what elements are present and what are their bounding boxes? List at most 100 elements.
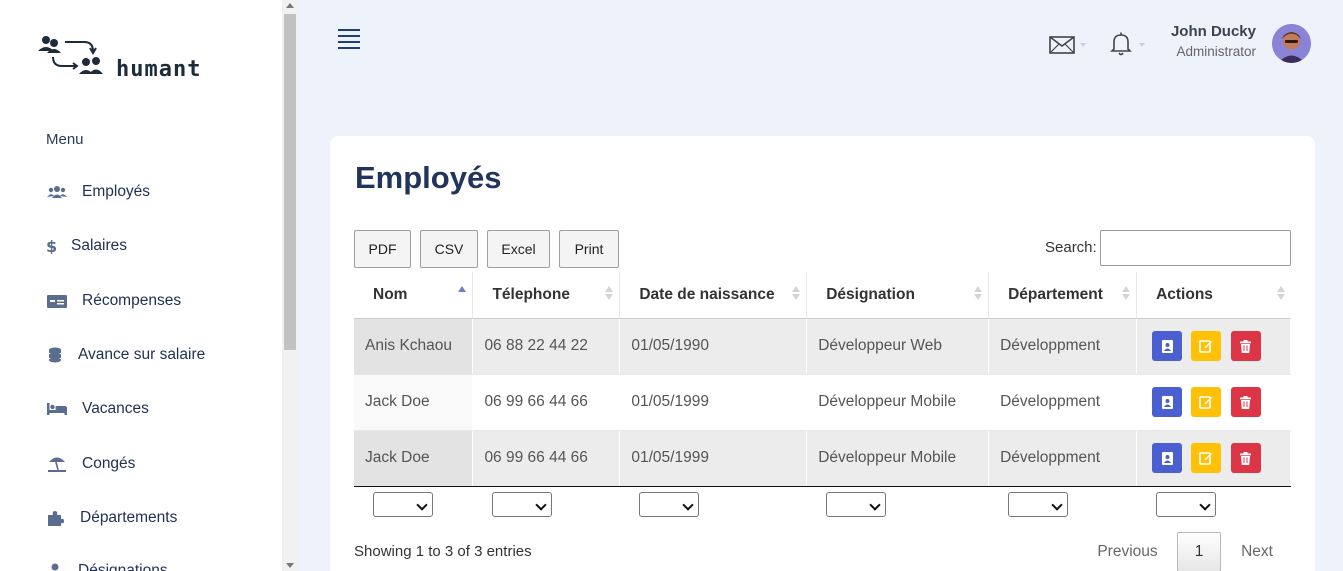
delete-employee-button[interactable] [1230,387,1261,417]
filter-select-date-de-naissance[interactable] [638,492,699,518]
sidebar: humant Menu Employés $ Salaires Récompen… [0,0,282,571]
sidebar-item-employes[interactable]: Employés [46,180,150,204]
sidebar-scrollbar[interactable] [282,0,298,571]
cell-nom: Jack Doe [354,374,474,431]
filter-select-nom[interactable] [373,492,433,518]
sort-both-icon [1122,286,1131,302]
view-employee-button[interactable] [1152,331,1183,361]
export-pdf-button[interactable]: PDF [354,230,411,268]
column-header-departement[interactable]: Département [988,272,1138,319]
sidebar-item-designations[interactable]: Désignations [46,559,168,571]
dollar-icon: $ [46,238,56,254]
sidebar-item-label: Salaires [71,237,127,254]
brand-logo[interactable]: humant [36,34,256,84]
filter-cell-telephone [472,486,620,528]
svg-text:$: $ [46,238,56,254]
search-input[interactable] [1100,230,1291,266]
edit-icon [1199,396,1213,409]
table-row: Anis Kchaou 06 88 22 44 22 01/05/1990 Dé… [354,318,1291,375]
filter-cell-departement [988,486,1137,528]
filter-select-designation[interactable] [825,492,886,518]
logo-mark-icon [38,36,103,74]
edit-icon [1199,340,1213,353]
sidebar-item-recompenses[interactable]: Récompenses [46,289,181,313]
employees-table: Nom Télephone Date de naissance Désignat… [354,272,1291,528]
pagination-previous[interactable]: Previous [1090,532,1165,571]
edit-employee-button[interactable] [1191,331,1222,361]
contact-card-icon [1161,451,1173,465]
menu-toggle-button[interactable] [338,29,360,49]
scroll-up-arrow-icon[interactable] [286,3,294,8]
sidebar-item-salaires[interactable]: $ Salaires [46,234,127,258]
cell-designation: Développeur Web [806,318,990,375]
sidebar-item-conges[interactable]: Congés [46,452,135,476]
filter-select-departement[interactable] [1007,492,1068,518]
hamburger-line [338,47,360,49]
cell-date-de-naissance: 01/05/1999 [619,430,808,487]
filter-cell-date-de-naissance [619,486,807,528]
column-header-actions[interactable]: Actions [1136,272,1291,319]
cell-telephone: 06 88 22 44 22 [472,318,621,375]
edit-employee-button[interactable] [1191,443,1222,473]
hamburger-line [338,41,360,43]
sidebar-item-label: Congés [82,455,136,472]
cell-departement: Développment [988,430,1138,487]
delete-employee-button[interactable] [1230,443,1261,473]
delete-employee-button[interactable] [1230,331,1261,361]
export-excel-button[interactable]: Excel [487,230,550,268]
column-header-nom[interactable]: Nom [354,272,474,319]
sort-both-icon [974,286,983,302]
column-header-label: Nom [373,285,408,303]
filter-row [354,486,1291,528]
table-row: Jack Doe 06 99 66 44 66 01/05/1999 Dével… [354,374,1291,431]
user-name[interactable]: John Ducky [1120,23,1256,40]
avatar[interactable] [1272,24,1311,63]
user-icon [46,563,64,571]
cell-telephone: 06 99 66 44 66 [472,430,621,487]
bed-icon [46,401,68,417]
trash-icon [1240,339,1252,353]
edit-icon [1199,452,1213,465]
hamburger-line [338,35,360,37]
print-button[interactable]: Print [559,230,619,268]
cell-date-de-naissance: 01/05/1999 [619,374,808,431]
scrollbar-thumb[interactable] [284,14,296,350]
filter-cell-nom [354,486,473,528]
sidebar-item-vacances[interactable]: Vacances [46,397,149,421]
column-header-label: Date de naissance [639,285,775,303]
column-header-label: Actions [1156,285,1213,303]
sort-both-icon [792,286,801,302]
menu-heading: Menu [46,131,84,148]
sidebar-item-avance-sur-salaire[interactable]: Avance sur salaire [46,343,205,367]
filter-cell-designation [806,486,989,528]
view-employee-button[interactable] [1152,443,1183,473]
edit-employee-button[interactable] [1191,387,1222,417]
trash-icon [1240,451,1252,465]
sidebar-item-label: Récompenses [82,292,182,309]
contact-card-icon [1161,339,1173,353]
column-header-telephone[interactable]: Télephone [472,272,621,319]
puzzle-icon [46,510,66,526]
mail-dropdown-caret-icon [1080,43,1086,47]
mail-icon[interactable] [1049,36,1075,59]
filter-select-actions[interactable] [1155,492,1216,518]
column-header-designation[interactable]: Désignation [806,272,990,319]
pagination-next[interactable]: Next [1231,532,1283,571]
scroll-down-arrow-icon[interactable] [286,563,294,568]
user-role: Administrator [1176,44,1256,59]
sidebar-item-label: Employés [82,183,151,200]
table-row: Jack Doe 06 99 66 44 66 01/05/1999 Dével… [354,430,1291,487]
cell-date-de-naissance: 01/05/1990 [619,318,808,375]
column-header-date-de-naissance[interactable]: Date de naissance [619,272,808,319]
cell-designation: Développeur Mobile [806,374,990,431]
filter-select-telephone[interactable] [491,492,552,518]
export-csv-button[interactable]: CSV [420,230,478,268]
cell-actions [1136,318,1291,375]
pagination-page-1[interactable]: 1 [1177,532,1221,571]
sidebar-item-departements[interactable]: Départements [46,506,177,530]
sidebar-item-label: Vacances [82,400,149,417]
umbrella-beach-icon [46,456,68,472]
coins-icon [46,347,64,363]
view-employee-button[interactable] [1152,387,1183,417]
brand-name: humant [116,57,202,82]
